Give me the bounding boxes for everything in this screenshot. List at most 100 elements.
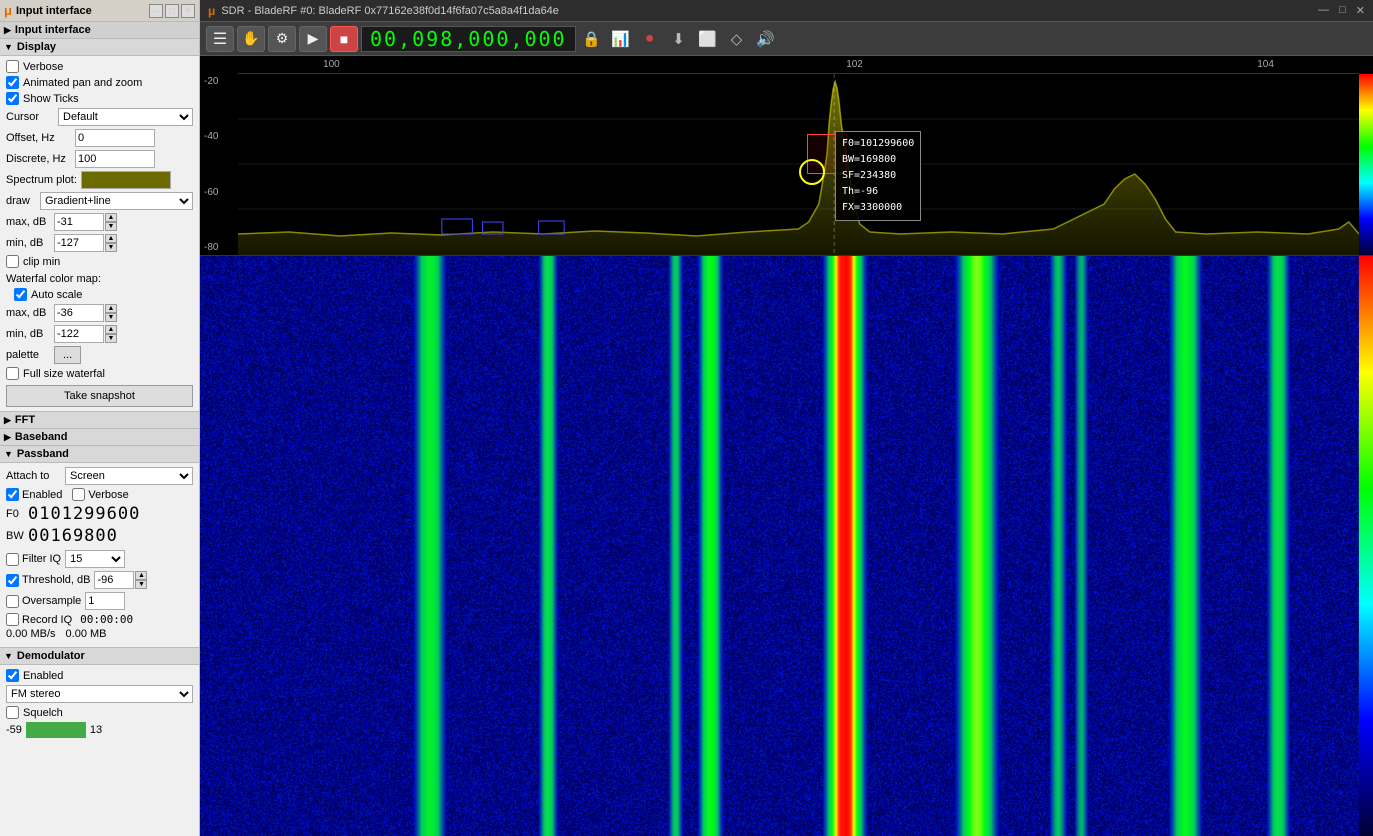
cursor-label: Cursor: [6, 111, 54, 123]
oversample-label[interactable]: Oversample: [6, 595, 81, 608]
verbose-checkbox-label[interactable]: Verbose: [6, 60, 193, 73]
spectrum-area: 100 102 104 -20 -40 -60 -80: [200, 56, 1373, 256]
section-display-header[interactable]: ▼ Display: [0, 39, 199, 56]
sidebar-maximize-btn[interactable]: □: [165, 4, 179, 18]
section-passband-label: Passband: [17, 448, 69, 460]
threshold-input[interactable]: [94, 571, 134, 589]
squelch-unit: 13: [90, 724, 102, 736]
frame-btn[interactable]: ⬜: [695, 26, 721, 52]
tooltip-f0: F0=101299600: [842, 136, 914, 152]
threshold-up-btn[interactable]: ▲: [135, 571, 147, 580]
section-demodulator-content: Enabled FM stereo FM mono AM USB LSB CW …: [0, 665, 199, 742]
app-icon: μ: [4, 3, 12, 18]
passband-verbose-label[interactable]: Verbose: [72, 488, 128, 501]
oversample-input[interactable]: [85, 592, 125, 610]
record-mb-rate: 0.00 MB/s: [6, 628, 56, 640]
section-input-interface[interactable]: ▶ Input interface: [0, 22, 199, 39]
section-fft-header[interactable]: ▶ FFT: [0, 411, 199, 429]
wf-min-db-up-btn[interactable]: ▲: [105, 325, 117, 334]
spectrum-btn[interactable]: 📊: [608, 26, 634, 52]
stop-btn[interactable]: ■: [330, 26, 358, 52]
section-demodulator-header[interactable]: ▼ Demodulator: [0, 647, 199, 665]
min-db-input[interactable]: [54, 234, 104, 252]
wf-max-db-input[interactable]: [54, 304, 104, 322]
sdr-close-btn[interactable]: ✕: [1356, 4, 1365, 17]
wf-min-db-input[interactable]: [54, 325, 104, 343]
arrow-down-icon: ▼: [4, 42, 13, 52]
demod-enabled-label[interactable]: Enabled: [6, 669, 193, 682]
record-iq-label[interactable]: Record IQ: [6, 613, 72, 626]
cursor-select[interactable]: Default Cross None: [58, 108, 193, 126]
wf-max-db-down-btn[interactable]: ▼: [105, 313, 117, 322]
spectrum-plot-label: Spectrum plot:: [6, 174, 77, 186]
cursor-tool-btn[interactable]: ✋: [237, 26, 265, 52]
sdr-minimize-btn[interactable]: —: [1318, 4, 1329, 17]
wf-min-db-down-btn[interactable]: ▼: [105, 334, 117, 343]
sidebar-minimize-btn[interactable]: —: [149, 4, 163, 18]
squelch-label[interactable]: Squelch: [6, 706, 193, 719]
offset-hz-label: Offset, Hz: [6, 132, 71, 144]
draw-select[interactable]: Gradient+line Line Gradient: [40, 192, 193, 210]
threshold-down-btn[interactable]: ▼: [135, 580, 147, 589]
threshold-checkbox[interactable]: [6, 574, 19, 587]
passband-verbose-checkbox[interactable]: [72, 488, 85, 501]
max-db-label: max, dB: [6, 216, 50, 228]
sdr-toolbar: ☰ ✋ ⚙ ▶ ■ 00,098,000,000 🔒 📊 ⏺ ⬇ ⬜ ◇ 🔊: [200, 22, 1373, 56]
discrete-hz-input[interactable]: [75, 150, 155, 168]
threshold-label[interactable]: Threshold, dB: [6, 574, 90, 587]
filter-iq-checkbox[interactable]: [6, 553, 19, 566]
fft-arrow-right-icon: ▶: [4, 415, 11, 426]
demod-enabled-checkbox[interactable]: [6, 669, 19, 682]
palette-btn[interactable]: ...: [54, 346, 81, 364]
download-btn[interactable]: ⬇: [666, 26, 692, 52]
passband-enabled-label[interactable]: Enabled: [6, 488, 62, 501]
max-db-up-btn[interactable]: ▲: [105, 213, 117, 222]
max-db-down-btn[interactable]: ▼: [105, 222, 117, 231]
clip-min-checkbox[interactable]: [6, 255, 19, 268]
record-iq-checkbox[interactable]: [6, 613, 19, 626]
draw-label: draw: [6, 195, 36, 207]
offset-hz-input[interactable]: [75, 129, 155, 147]
play-btn[interactable]: ▶: [299, 26, 327, 52]
sdr-titlebar: μ SDR - BladeRF #0: BladeRF 0x77162e38f0…: [200, 0, 1373, 22]
lock-btn[interactable]: 🔒: [579, 26, 605, 52]
show-ticks-checkbox[interactable]: [6, 92, 19, 105]
take-snapshot-btn[interactable]: Take snapshot: [6, 385, 193, 407]
min-db-down-btn[interactable]: ▼: [105, 243, 117, 252]
squelch-bar: [26, 722, 86, 738]
full-size-waterfall-label[interactable]: Full size waterfal: [6, 367, 193, 380]
filter-iq-select[interactable]: 15 31 63: [65, 550, 125, 568]
section-baseband-header[interactable]: ▶ Baseband: [0, 429, 199, 446]
demod-mode-select[interactable]: FM stereo FM mono AM USB LSB CW: [6, 685, 193, 703]
section-passband-header[interactable]: ▼ Passband: [0, 446, 199, 463]
record-mb-total: 0.00 MB: [66, 628, 107, 640]
filter-btn[interactable]: ◇: [724, 26, 750, 52]
squelch-value: -59: [6, 724, 22, 736]
animated-pan-zoom-checkbox[interactable]: [6, 76, 19, 89]
min-db-up-btn[interactable]: ▲: [105, 234, 117, 243]
sdr-maximize-btn[interactable]: □: [1339, 4, 1346, 17]
section-display-label: Display: [17, 41, 56, 53]
auto-scale-checkbox[interactable]: [14, 288, 27, 301]
freq-display: 00,098,000,000: [361, 26, 576, 52]
clip-min-label[interactable]: clip min: [6, 255, 193, 268]
show-ticks-label[interactable]: Show Ticks: [6, 92, 193, 105]
max-db-input[interactable]: [54, 213, 104, 231]
passband-enabled-checkbox[interactable]: [6, 488, 19, 501]
record-btn[interactable]: ⏺: [637, 26, 663, 52]
attach-to-select[interactable]: Screen Baseband: [65, 467, 193, 485]
sidebar-close-btn[interactable]: ✕: [181, 4, 195, 18]
wf-max-db-up-btn[interactable]: ▲: [105, 304, 117, 313]
auto-scale-label[interactable]: Auto scale: [6, 288, 193, 301]
sidebar-titlebar: μ Input interface — □ ✕: [0, 0, 199, 22]
settings-btn[interactable]: ⚙: [268, 26, 296, 52]
volume-btn[interactable]: 🔊: [753, 26, 779, 52]
animated-pan-zoom-label[interactable]: Animated pan and zoom: [6, 76, 193, 89]
tooltip-fx: FX=3300000: [842, 200, 914, 216]
verbose-checkbox[interactable]: [6, 60, 19, 73]
squelch-checkbox[interactable]: [6, 706, 19, 719]
oversample-checkbox[interactable]: [6, 595, 19, 608]
menu-btn[interactable]: ☰: [206, 26, 234, 52]
filter-iq-label[interactable]: Filter IQ: [6, 553, 61, 566]
full-size-waterfall-checkbox[interactable]: [6, 367, 19, 380]
